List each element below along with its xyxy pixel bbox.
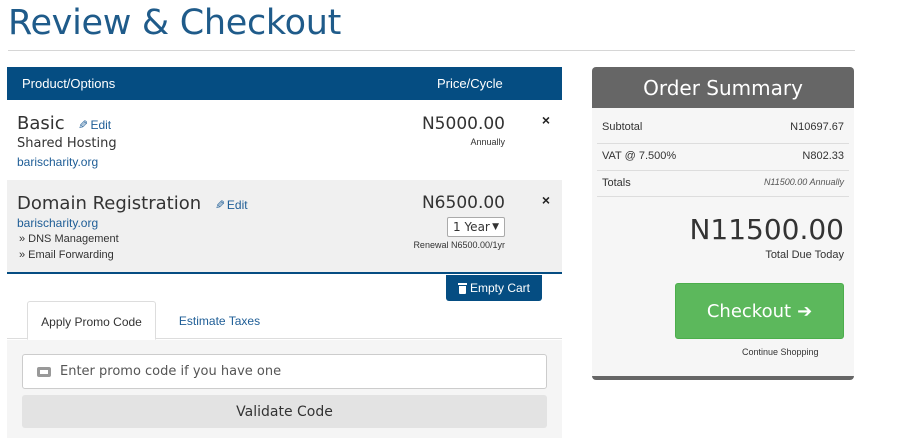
subtotal-row: Subtotal N10697.67: [602, 121, 844, 133]
edit-label: Edit: [226, 198, 248, 212]
edit-link[interactable]: ✎ Edit: [78, 118, 111, 132]
item-name: Domain Registration ✎ Edit: [17, 193, 248, 214]
period-select-value: 1 Year: [453, 220, 490, 234]
continue-shopping-link[interactable]: Continue Shopping: [742, 347, 819, 357]
subtotal-label: Subtotal: [602, 121, 643, 133]
item-name: Basic ✎ Edit: [17, 113, 111, 134]
cart-item-domain: Domain Registration ✎ Edit barischarity.o…: [7, 180, 562, 274]
summary-divider: [597, 196, 849, 197]
item-domain: barischarity.org: [17, 155, 99, 169]
pencil-icon: ✎: [78, 118, 89, 132]
item-type: Shared Hosting: [17, 136, 117, 151]
close-icon[interactable]: ×: [542, 192, 550, 208]
page-title: Review & Checkout: [8, 3, 342, 43]
promo-code-placeholder: Enter promo code if you have one: [60, 364, 282, 379]
edit-link[interactable]: ✎ Edit: [215, 198, 248, 212]
caret-down-icon: ▼: [492, 222, 499, 232]
vat-value: N802.33: [802, 150, 844, 162]
totals-value: N11500.00 Annually: [763, 177, 844, 187]
title-divider: [8, 50, 855, 51]
item-domain: barischarity.org: [17, 216, 99, 230]
checkout-button[interactable]: Checkout ➔: [675, 283, 844, 339]
column-price-cycle: Price/Cycle: [437, 76, 503, 91]
promo-tabs: Apply Promo Code Estimate Taxes: [7, 301, 562, 340]
period-select[interactable]: 1 Year ▼: [447, 217, 505, 237]
tab-apply-promo-code[interactable]: Apply Promo Code: [27, 301, 156, 340]
total-due-label: Total Due Today: [765, 249, 844, 261]
promo-code-input[interactable]: Enter promo code if you have one: [22, 354, 547, 389]
totals-row: Totals N11500.00 Annually: [602, 177, 844, 189]
item-price: N5000.00: [421, 114, 505, 134]
item-name-label: Basic: [17, 113, 65, 134]
column-product-options: Product/Options: [22, 76, 116, 91]
summary-divider: [597, 170, 849, 171]
close-icon[interactable]: ×: [542, 112, 550, 128]
totals-label: Totals: [602, 177, 631, 189]
cart-table: Product/Options Price/Cycle Basic ✎ Edit …: [7, 67, 562, 276]
subtotal-value: N10697.67: [790, 121, 844, 133]
trash-icon: [457, 282, 467, 294]
item-name-label: Domain Registration: [17, 193, 202, 214]
total-due-amount: N11500.00: [689, 213, 844, 246]
empty-cart-label: Empty Cart: [469, 281, 530, 295]
edit-label: Edit: [90, 118, 112, 132]
addon-dns-management: » DNS Management: [19, 233, 119, 245]
pencil-icon: ✎: [214, 198, 225, 212]
empty-cart-button[interactable]: Empty Cart: [446, 275, 542, 301]
renewal-price: Renewal N6500.00/1yr: [413, 240, 505, 250]
promo-panel: Enter promo code if you have one Validat…: [7, 340, 562, 438]
vat-label: VAT @ 7.500%: [602, 150, 677, 162]
item-cycle: Annually: [470, 137, 505, 147]
order-summary-title: Order Summary: [592, 67, 854, 108]
validate-code-button[interactable]: Validate Code: [22, 395, 547, 428]
item-price: N6500.00: [421, 193, 505, 213]
order-summary: Order Summary Subtotal N10697.67 VAT @ 7…: [592, 67, 854, 380]
checkout-label: Checkout: [706, 300, 792, 322]
vat-row: VAT @ 7.500% N802.33: [602, 150, 844, 162]
cart-item-hosting: Basic ✎ Edit Shared Hosting barischarity.…: [7, 100, 562, 180]
arrow-right-icon: ➔: [797, 300, 813, 322]
tab-estimate-taxes[interactable]: Estimate Taxes: [167, 301, 272, 340]
addon-email-forwarding: » Email Forwarding: [19, 249, 114, 261]
summary-divider: [597, 143, 849, 144]
cart-header: Product/Options Price/Cycle: [7, 67, 562, 100]
ticket-icon: [37, 367, 51, 377]
